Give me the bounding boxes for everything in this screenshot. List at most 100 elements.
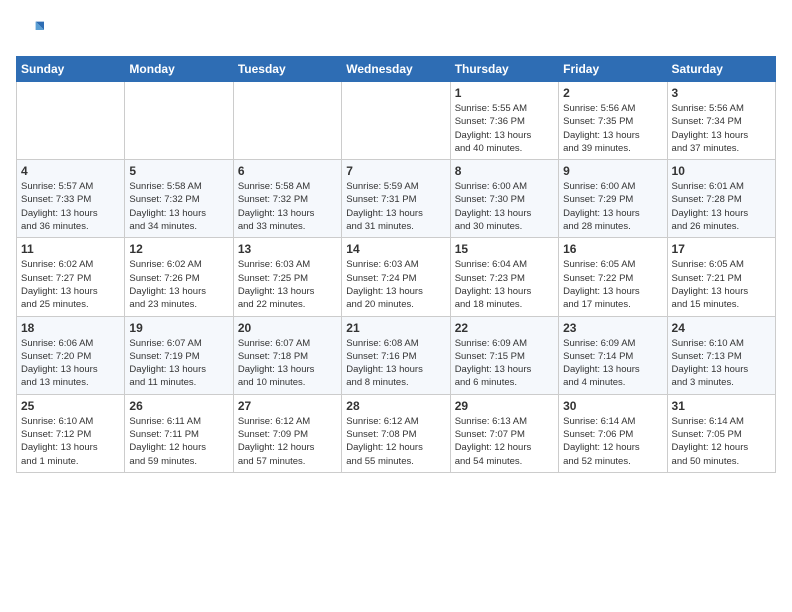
cell-sun-info: Sunrise: 5:58 AM Sunset: 7:32 PM Dayligh…	[129, 180, 228, 233]
calendar-cell: 1 Sunrise: 5:55 AM Sunset: 7:36 PM Daylig…	[450, 82, 558, 160]
cell-sun-info: Sunrise: 6:01 AM Sunset: 7:28 PM Dayligh…	[672, 180, 771, 233]
calendar-cell: 27Sunrise: 6:12 AM Sunset: 7:09 PM Dayli…	[233, 394, 341, 472]
calendar-cell: 17 Sunrise: 6:05 AM Sunset: 7:21 PM Dayli…	[667, 238, 775, 316]
calendar-cell: 22 Sunrise: 6:09 AM Sunset: 7:15 PM Dayli…	[450, 316, 558, 394]
day-number: 28	[346, 399, 445, 413]
calendar-cell: 29Sunrise: 6:13 AM Sunset: 7:07 PM Dayli…	[450, 394, 558, 472]
page-header	[16, 16, 776, 44]
calendar-cell	[17, 82, 125, 160]
day-number: 31	[672, 399, 771, 413]
calendar-week-row: 4Sunrise: 5:57 AM Sunset: 7:33 PM Daylig…	[17, 160, 776, 238]
col-header-thursday: Thursday	[450, 57, 558, 82]
day-number: 17	[672, 242, 771, 256]
day-number: 26	[129, 399, 228, 413]
calendar-cell: 28 Sunrise: 6:12 AM Sunset: 7:08 PM Dayli…	[342, 394, 450, 472]
calendar-cell	[342, 82, 450, 160]
day-number: 20	[238, 321, 337, 335]
cell-sun-info: Sunrise: 5:56 AM Sunset: 7:35 PM Dayligh…	[563, 102, 662, 155]
cell-sun-info: Sunrise: 6:09 AM Sunset: 7:14 PM Dayligh…	[563, 337, 662, 390]
calendar-cell: 6 Sunrise: 5:58 AM Sunset: 7:32 PM Daylig…	[233, 160, 341, 238]
calendar-cell: 14 Sunrise: 6:03 AM Sunset: 7:24 PM Dayli…	[342, 238, 450, 316]
cell-sun-info: Sunrise: 6:09 AM Sunset: 7:15 PM Dayligh…	[455, 337, 554, 390]
calendar-cell: 7Sunrise: 5:59 AM Sunset: 7:31 PM Daylig…	[342, 160, 450, 238]
cell-sun-info: Sunrise: 6:14 AM Sunset: 7:05 PM Dayligh…	[672, 415, 771, 468]
calendar-cell: 10 Sunrise: 6:01 AM Sunset: 7:28 PM Dayli…	[667, 160, 775, 238]
col-header-friday: Friday	[559, 57, 667, 82]
col-header-sunday: Sunday	[17, 57, 125, 82]
day-number: 4	[21, 164, 120, 178]
day-number: 14	[346, 242, 445, 256]
cell-sun-info: Sunrise: 6:05 AM Sunset: 7:21 PM Dayligh…	[672, 258, 771, 311]
cell-sun-info: Sunrise: 6:00 AM Sunset: 7:29 PM Dayligh…	[563, 180, 662, 233]
day-number: 15	[455, 242, 554, 256]
calendar-cell: 16 Sunrise: 6:05 AM Sunset: 7:22 PM Dayli…	[559, 238, 667, 316]
col-header-wednesday: Wednesday	[342, 57, 450, 82]
day-number: 27	[238, 399, 337, 413]
cell-sun-info: Sunrise: 5:55 AM Sunset: 7:36 PM Dayligh…	[455, 102, 554, 155]
calendar-cell: 24 Sunrise: 6:10 AM Sunset: 7:13 PM Dayli…	[667, 316, 775, 394]
day-number: 18	[21, 321, 120, 335]
cell-sun-info: Sunrise: 5:56 AM Sunset: 7:34 PM Dayligh…	[672, 102, 771, 155]
logo	[16, 16, 48, 44]
cell-sun-info: Sunrise: 6:10 AM Sunset: 7:12 PM Dayligh…	[21, 415, 120, 468]
calendar-table: SundayMondayTuesdayWednesdayThursdayFrid…	[16, 56, 776, 473]
cell-sun-info: Sunrise: 6:07 AM Sunset: 7:18 PM Dayligh…	[238, 337, 337, 390]
day-number: 7	[346, 164, 445, 178]
calendar-cell: 23 Sunrise: 6:09 AM Sunset: 7:14 PM Dayli…	[559, 316, 667, 394]
cell-sun-info: Sunrise: 6:12 AM Sunset: 7:08 PM Dayligh…	[346, 415, 445, 468]
cell-sun-info: Sunrise: 5:58 AM Sunset: 7:32 PM Dayligh…	[238, 180, 337, 233]
cell-sun-info: Sunrise: 6:02 AM Sunset: 7:27 PM Dayligh…	[21, 258, 120, 311]
cell-sun-info: Sunrise: 6:02 AM Sunset: 7:26 PM Dayligh…	[129, 258, 228, 311]
day-number: 10	[672, 164, 771, 178]
day-number: 1	[455, 86, 554, 100]
day-number: 12	[129, 242, 228, 256]
day-number: 2	[563, 86, 662, 100]
calendar-cell: 25Sunrise: 6:10 AM Sunset: 7:12 PM Dayli…	[17, 394, 125, 472]
col-header-tuesday: Tuesday	[233, 57, 341, 82]
day-number: 30	[563, 399, 662, 413]
calendar-cell: 3 Sunrise: 5:56 AM Sunset: 7:34 PM Daylig…	[667, 82, 775, 160]
calendar-cell: 12 Sunrise: 6:02 AM Sunset: 7:26 PM Dayli…	[125, 238, 233, 316]
day-number: 19	[129, 321, 228, 335]
cell-sun-info: Sunrise: 6:04 AM Sunset: 7:23 PM Dayligh…	[455, 258, 554, 311]
day-number: 24	[672, 321, 771, 335]
calendar-cell: 4Sunrise: 5:57 AM Sunset: 7:33 PM Daylig…	[17, 160, 125, 238]
day-number: 16	[563, 242, 662, 256]
cell-sun-info: Sunrise: 6:00 AM Sunset: 7:30 PM Dayligh…	[455, 180, 554, 233]
cell-sun-info: Sunrise: 6:06 AM Sunset: 7:20 PM Dayligh…	[21, 337, 120, 390]
day-number: 29	[455, 399, 554, 413]
day-number: 8	[455, 164, 554, 178]
calendar-week-row: 1 Sunrise: 5:55 AM Sunset: 7:36 PM Daylig…	[17, 82, 776, 160]
calendar-cell: 26 Sunrise: 6:11 AM Sunset: 7:11 PM Dayli…	[125, 394, 233, 472]
calendar-cell: 21Sunrise: 6:08 AM Sunset: 7:16 PM Dayli…	[342, 316, 450, 394]
day-number: 21	[346, 321, 445, 335]
day-number: 5	[129, 164, 228, 178]
calendar-cell: 15 Sunrise: 6:04 AM Sunset: 7:23 PM Dayli…	[450, 238, 558, 316]
calendar-cell: 2 Sunrise: 5:56 AM Sunset: 7:35 PM Daylig…	[559, 82, 667, 160]
cell-sun-info: Sunrise: 6:05 AM Sunset: 7:22 PM Dayligh…	[563, 258, 662, 311]
calendar-cell: 5 Sunrise: 5:58 AM Sunset: 7:32 PM Daylig…	[125, 160, 233, 238]
col-header-saturday: Saturday	[667, 57, 775, 82]
cell-sun-info: Sunrise: 6:03 AM Sunset: 7:25 PM Dayligh…	[238, 258, 337, 311]
day-number: 23	[563, 321, 662, 335]
calendar-cell: 9 Sunrise: 6:00 AM Sunset: 7:29 PM Daylig…	[559, 160, 667, 238]
calendar-header-row: SundayMondayTuesdayWednesdayThursdayFrid…	[17, 57, 776, 82]
calendar-week-row: 11Sunrise: 6:02 AM Sunset: 7:27 PM Dayli…	[17, 238, 776, 316]
calendar-cell: 8 Sunrise: 6:00 AM Sunset: 7:30 PM Daylig…	[450, 160, 558, 238]
calendar-week-row: 25Sunrise: 6:10 AM Sunset: 7:12 PM Dayli…	[17, 394, 776, 472]
cell-sun-info: Sunrise: 6:14 AM Sunset: 7:06 PM Dayligh…	[563, 415, 662, 468]
logo-icon	[16, 16, 44, 44]
cell-sun-info: Sunrise: 6:03 AM Sunset: 7:24 PM Dayligh…	[346, 258, 445, 311]
cell-sun-info: Sunrise: 6:11 AM Sunset: 7:11 PM Dayligh…	[129, 415, 228, 468]
calendar-cell	[125, 82, 233, 160]
calendar-cell: 20 Sunrise: 6:07 AM Sunset: 7:18 PM Dayli…	[233, 316, 341, 394]
calendar-cell: 13 Sunrise: 6:03 AM Sunset: 7:25 PM Dayli…	[233, 238, 341, 316]
calendar-cell	[233, 82, 341, 160]
day-number: 22	[455, 321, 554, 335]
cell-sun-info: Sunrise: 6:10 AM Sunset: 7:13 PM Dayligh…	[672, 337, 771, 390]
day-number: 9	[563, 164, 662, 178]
day-number: 6	[238, 164, 337, 178]
day-number: 13	[238, 242, 337, 256]
cell-sun-info: Sunrise: 6:07 AM Sunset: 7:19 PM Dayligh…	[129, 337, 228, 390]
day-number: 3	[672, 86, 771, 100]
